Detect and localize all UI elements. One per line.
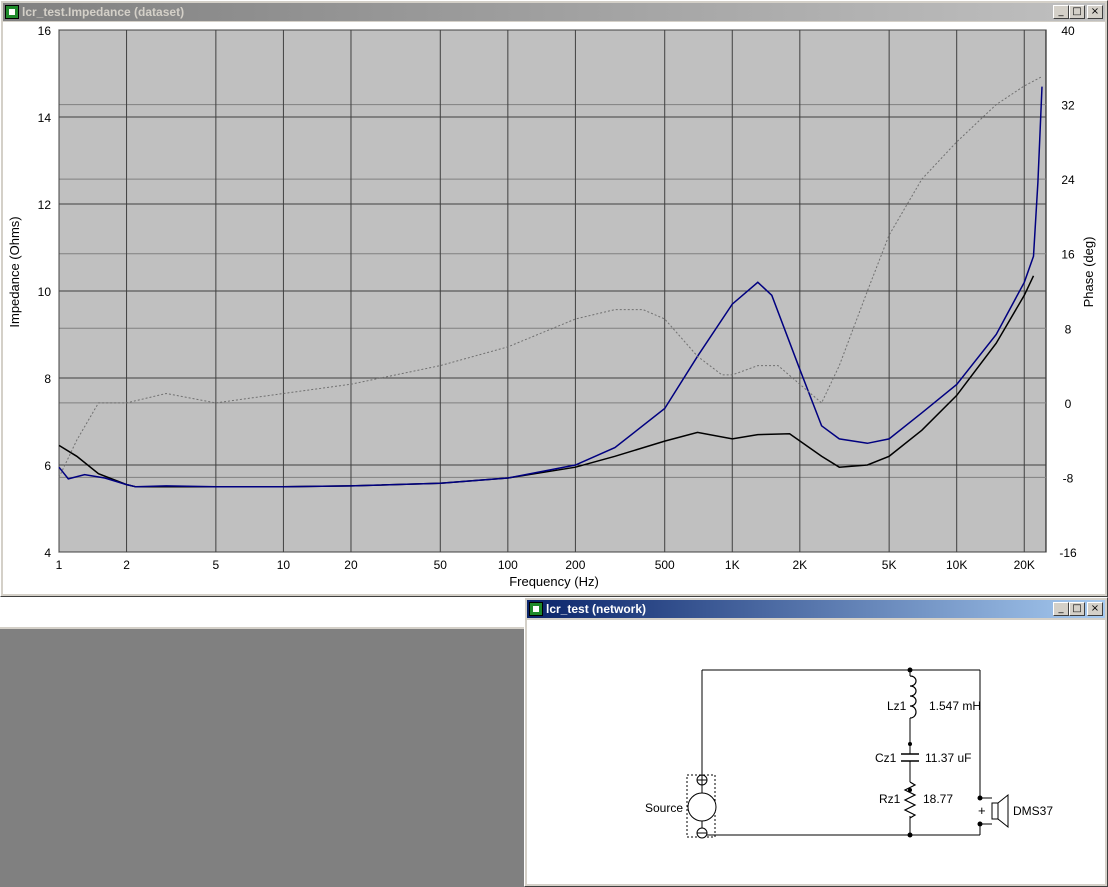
minimize-button[interactable]: _: [1053, 602, 1069, 616]
impedance-title-bar[interactable]: lcr_test.Impedance (dataset) _ □ ×: [3, 3, 1105, 21]
resistor-value: 18.77: [923, 792, 953, 806]
y-tick-label: 4: [44, 546, 51, 560]
dataset-window-icon: [5, 5, 19, 19]
driver-plus-sign: +: [978, 803, 986, 818]
inductor-value: 1.547 mH: [929, 699, 981, 713]
impedance-window-title: lcr_test.Impedance (dataset): [22, 5, 185, 19]
minimize-button[interactable]: _: [1053, 5, 1069, 19]
resistor-symbol[interactable]: [903, 781, 917, 819]
driver-name: DMS37: [1013, 804, 1053, 818]
node-dot: [908, 742, 912, 746]
x-axis-label: Frequency (Hz): [509, 574, 599, 589]
network-window-icon: [529, 602, 543, 616]
y2-tick-label: -16: [1059, 546, 1077, 560]
x-tick-label: 50: [434, 558, 448, 572]
x-tick-label: 10K: [946, 558, 967, 572]
x-tick-label: 20: [344, 558, 358, 572]
close-button[interactable]: ×: [1087, 602, 1103, 616]
node-dot: [907, 667, 913, 673]
y2-tick-label: 32: [1061, 99, 1075, 113]
y-tick-label: 14: [38, 111, 52, 125]
y2-tick-label: 24: [1061, 173, 1075, 187]
x-tick-label: 5: [213, 558, 220, 572]
impedance-window[interactable]: lcr_test.Impedance (dataset) _ □ × 1 2 5 10…: [0, 0, 1108, 597]
x-tick-label: 1K: [725, 558, 740, 572]
x-tick-label: 10: [277, 558, 291, 572]
y-tick-label: 8: [44, 372, 51, 386]
source-symbol[interactable]: [686, 774, 717, 839]
background-window-fragment: [0, 597, 524, 629]
y-axis-label: Impedance (Ohms): [7, 216, 22, 327]
x-tick-label: 5K: [882, 558, 897, 572]
network-title-bar[interactable]: lcr_test (network) _ □ ×: [527, 600, 1105, 618]
y-tick-label: 6: [44, 459, 51, 473]
x-tick-label: 2K: [792, 558, 807, 572]
capacitor-symbol[interactable]: [901, 753, 919, 762]
network-window[interactable]: lcr_test (network) _ □ × Lz1 1.547 mH Cz…: [524, 597, 1108, 887]
y2-tick-label: -8: [1063, 471, 1074, 485]
y2-tick-label: 8: [1065, 322, 1072, 336]
y-tick-label: 10: [38, 285, 52, 299]
impedance-chart[interactable]: 1 2 5 10 20 50 100 200 500 1K 2K 5K 10K 20K4681012141…: [3, 22, 1105, 594]
maximize-button[interactable]: □: [1069, 602, 1085, 616]
x-tick-label: 20K: [1014, 558, 1035, 572]
inductor-name: Lz1: [887, 699, 907, 713]
y-tick-label: 16: [38, 24, 52, 38]
close-button[interactable]: ×: [1087, 5, 1103, 19]
x-tick-label: 200: [565, 558, 585, 572]
impedance-client: 1 2 5 10 20 50 100 200 500 1K 2K 5K 10K 20K 4 6 8 10 12 14 1…: [3, 22, 1105, 594]
y2-tick-label: 0: [1065, 397, 1072, 411]
maximize-button[interactable]: □: [1069, 5, 1085, 19]
network-window-title: lcr_test (network): [546, 602, 647, 616]
capacitor-name: Cz1: [875, 751, 897, 765]
x-tick-label: 2: [123, 558, 130, 572]
node-dot: [907, 832, 913, 838]
y-tick-label: 12: [38, 198, 52, 212]
source-label: Source: [645, 801, 683, 815]
resistor-name: Rz1: [879, 792, 901, 806]
inductor-symbol[interactable]: [909, 675, 917, 719]
schematic[interactable]: Lz1 1.547 mH Cz1 11.37 uF Rz1 18.77 Sour…: [527, 620, 1105, 884]
y2-axis-label: Phase (deg): [1081, 237, 1096, 308]
capacitor-value: 11.37 uF: [925, 751, 971, 765]
x-tick-label: 100: [498, 558, 518, 572]
x-tick-label: 1: [56, 558, 63, 572]
x-tick-label: 500: [655, 558, 675, 572]
network-client: Lz1 1.547 mH Cz1 11.37 uF Rz1 18.77 Sour…: [527, 620, 1105, 884]
y2-tick-label: 16: [1061, 248, 1075, 262]
y2-tick-label: 40: [1061, 24, 1075, 38]
